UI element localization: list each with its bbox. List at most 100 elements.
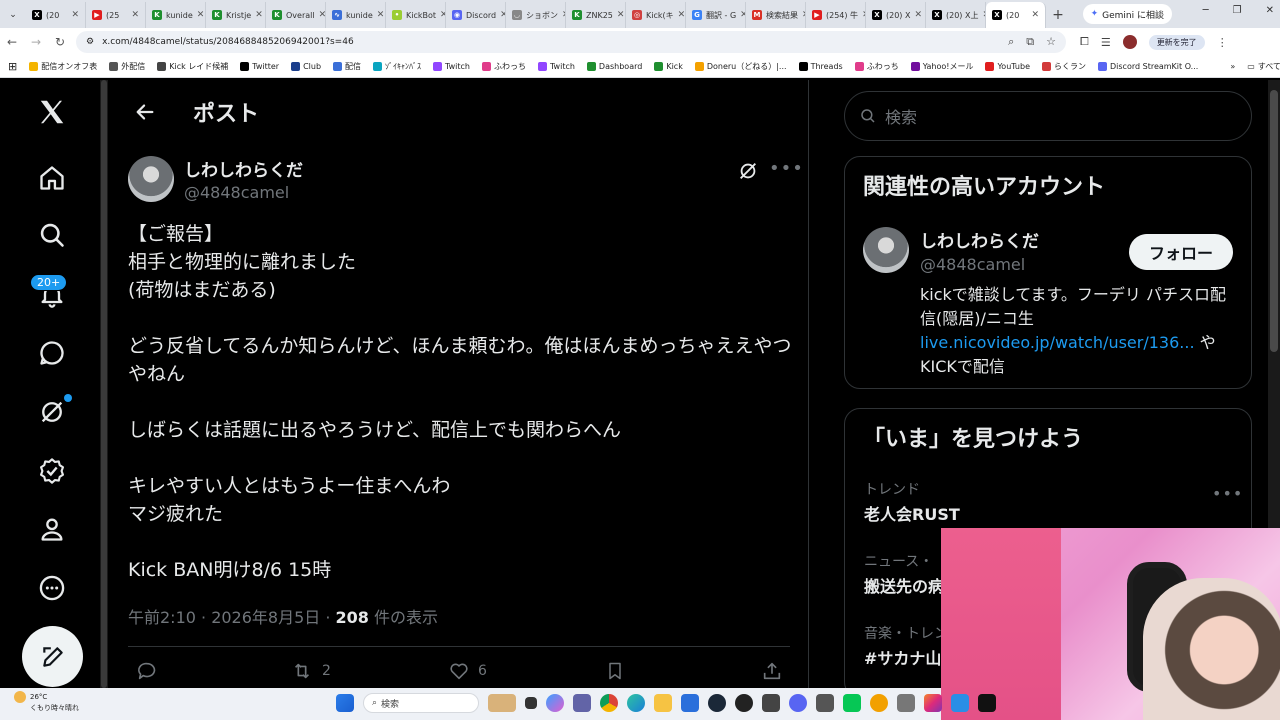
- follow-button[interactable]: フォロー: [1129, 234, 1233, 270]
- tab-close-icon[interactable]: ✕: [914, 10, 922, 20]
- bio-link[interactable]: live.nicovideo.jp/watch/user/136...: [920, 333, 1195, 352]
- author-avatar[interactable]: [128, 156, 174, 202]
- back-arrow-icon[interactable]: [125, 101, 165, 123]
- tab-close-icon[interactable]: ✕: [71, 10, 79, 20]
- media-icon[interactable]: [762, 694, 780, 712]
- trend-more-icon[interactable]: •••: [1212, 484, 1243, 503]
- browser-tab[interactable]: X (20) X ✕: [866, 2, 926, 28]
- back-nav-icon[interactable]: ←: [0, 35, 24, 49]
- like-button[interactable]: 6: [448, 660, 487, 682]
- post-timestamp[interactable]: 午前2:10 · 2026年8月5日 ·: [128, 608, 336, 627]
- bookmark-item[interactable]: Twitch: [433, 61, 470, 72]
- obs-icon[interactable]: [735, 694, 753, 712]
- bookmark-item[interactable]: Kick: [654, 61, 683, 72]
- bookmark-star-icon[interactable]: ☆: [1046, 35, 1056, 49]
- browser-menu-icon[interactable]: ⋮: [1217, 36, 1228, 49]
- chrome-icon[interactable]: [600, 694, 618, 712]
- tab-close-icon[interactable]: ✕: [255, 10, 263, 20]
- bookmark-item[interactable]: Dashboard: [586, 61, 642, 72]
- browser-tab[interactable]: ▶(254) 牛✕: [806, 2, 866, 28]
- task-view-icon[interactable]: [525, 697, 537, 709]
- bookmark-item[interactable]: 外配信: [109, 61, 145, 72]
- new-tab-button[interactable]: +: [1046, 2, 1070, 28]
- related-account-handle[interactable]: @4848camel: [920, 255, 1025, 274]
- store-icon[interactable]: [681, 694, 699, 712]
- tab-close-icon[interactable]: ✕: [1031, 10, 1039, 20]
- edge-icon[interactable]: [627, 694, 645, 712]
- bookmarks-overflow-icon[interactable]: »: [1230, 62, 1235, 71]
- trend-item[interactable]: 音楽・トレン #サカナ山: [864, 623, 948, 669]
- bookmark-button[interactable]: [605, 660, 625, 682]
- taskbar-search[interactable]: ⌕ 検索: [363, 693, 479, 713]
- calculator-icon[interactable]: [897, 694, 915, 712]
- post-author[interactable]: しわしわらくだ @4848camel: [128, 156, 303, 202]
- browser-tab[interactable]: ▶ (25 ✕: [86, 2, 146, 28]
- close-window-icon[interactable]: ✕: [1266, 5, 1274, 16]
- all-bookmarks[interactable]: ▭すべてのブックマーク: [1247, 61, 1280, 72]
- maximize-icon[interactable]: ❐: [1233, 5, 1242, 16]
- bookmark-item[interactable]: Twitch: [537, 61, 575, 72]
- bookmark-item[interactable]: 配信オンオフ表: [29, 61, 97, 72]
- author-display-name[interactable]: しわしわらくだ: [184, 156, 303, 181]
- bookmark-item[interactable]: Yahoo!メール: [910, 61, 973, 72]
- browser-tab[interactable]: M検索結果✕: [746, 2, 806, 28]
- update-button[interactable]: 更新を完了: [1148, 34, 1205, 50]
- reload-icon[interactable]: ↻: [48, 35, 72, 49]
- trend-item[interactable]: トレンド 老人会RUST: [864, 479, 960, 525]
- file-explorer-icon[interactable]: [654, 694, 672, 712]
- browser-tab[interactable]: X (20 ✕: [986, 2, 1046, 28]
- tab-close-icon[interactable]: ✕: [678, 10, 685, 20]
- compose-post-button[interactable]: [22, 626, 83, 687]
- bookmark-item[interactable]: ふわっち: [481, 61, 526, 72]
- bookmark-item[interactable]: Club: [291, 61, 321, 72]
- home-icon[interactable]: [32, 158, 72, 198]
- profile-icon[interactable]: [32, 509, 72, 549]
- app-icon[interactable]: [870, 694, 888, 712]
- site-info-icon[interactable]: ⚙: [86, 37, 94, 47]
- browser-tab[interactable]: ∿ kunide ✕: [326, 2, 386, 28]
- bookmark-item[interactable]: YouTube: [985, 61, 1030, 72]
- browser-tab[interactable]: K ZNK25 ✕: [566, 2, 626, 28]
- reading-list-icon[interactable]: ☰: [1101, 36, 1111, 49]
- sound-icon[interactable]: [816, 694, 834, 712]
- bookmark-item[interactable]: 配信: [333, 61, 361, 72]
- left-scrollbar[interactable]: [100, 80, 108, 688]
- verified-icon[interactable]: [32, 451, 72, 491]
- bookmark-item[interactable]: らくラン: [1042, 61, 1086, 72]
- bookmark-item[interactable]: Doneru（どねる）|...: [694, 61, 787, 72]
- browser-tab[interactable]: K Overall ✕: [266, 2, 326, 28]
- profile-avatar[interactable]: [1122, 35, 1137, 49]
- browser-tab[interactable]: X (20 ✕: [26, 2, 86, 28]
- tab-close-icon[interactable]: ✕: [197, 10, 205, 20]
- discord-icon[interactable]: [789, 694, 807, 712]
- bookmark-item[interactable]: Twitter: [240, 61, 279, 72]
- more-options-icon[interactable]: [32, 568, 72, 608]
- bookmark-item[interactable]: Kick レイド候補: [157, 61, 228, 72]
- search-box[interactable]: 検索: [844, 91, 1252, 141]
- related-account-name[interactable]: しわしわらくだ: [920, 227, 1039, 252]
- browser-tab[interactable]: K Kristje ✕: [206, 2, 266, 28]
- extensions-icon[interactable]: ⧠: [1080, 35, 1089, 49]
- trend-item[interactable]: ニュース・ 搬送先の病: [864, 551, 944, 597]
- weather-widget[interactable]: 26°C くもり時々晴れ: [14, 691, 79, 713]
- post-more-icon[interactable]: •••: [769, 158, 804, 179]
- search-icon[interactable]: [32, 215, 72, 255]
- x-logo-icon[interactable]: [32, 92, 72, 132]
- start-icon[interactable]: [336, 694, 354, 712]
- browser-tab[interactable]: ◡ショボン✕: [506, 2, 566, 28]
- bookmark-item[interactable]: Discord StreamKit O...: [1098, 61, 1198, 72]
- tab-close-icon[interactable]: ✕: [131, 10, 139, 20]
- tab-close-icon[interactable]: ✕: [377, 10, 385, 20]
- messages-icon[interactable]: [32, 333, 72, 373]
- widgets-icon[interactable]: [488, 694, 516, 712]
- terminal-icon[interactable]: [978, 694, 996, 712]
- gemini-button[interactable]: ✦ Gemini に相談: [1082, 4, 1172, 24]
- steam-icon[interactable]: [708, 694, 726, 712]
- apps-grid-icon[interactable]: ⊞: [8, 60, 17, 73]
- tab-close-icon[interactable]: ✕: [617, 10, 625, 20]
- tab-close-icon[interactable]: ✕: [319, 10, 325, 20]
- cast-icon[interactable]: ⧉: [1026, 35, 1034, 49]
- copilot-icon[interactable]: [546, 694, 564, 712]
- forward-nav-icon[interactable]: →: [24, 35, 48, 49]
- author-handle[interactable]: @4848camel: [184, 183, 303, 202]
